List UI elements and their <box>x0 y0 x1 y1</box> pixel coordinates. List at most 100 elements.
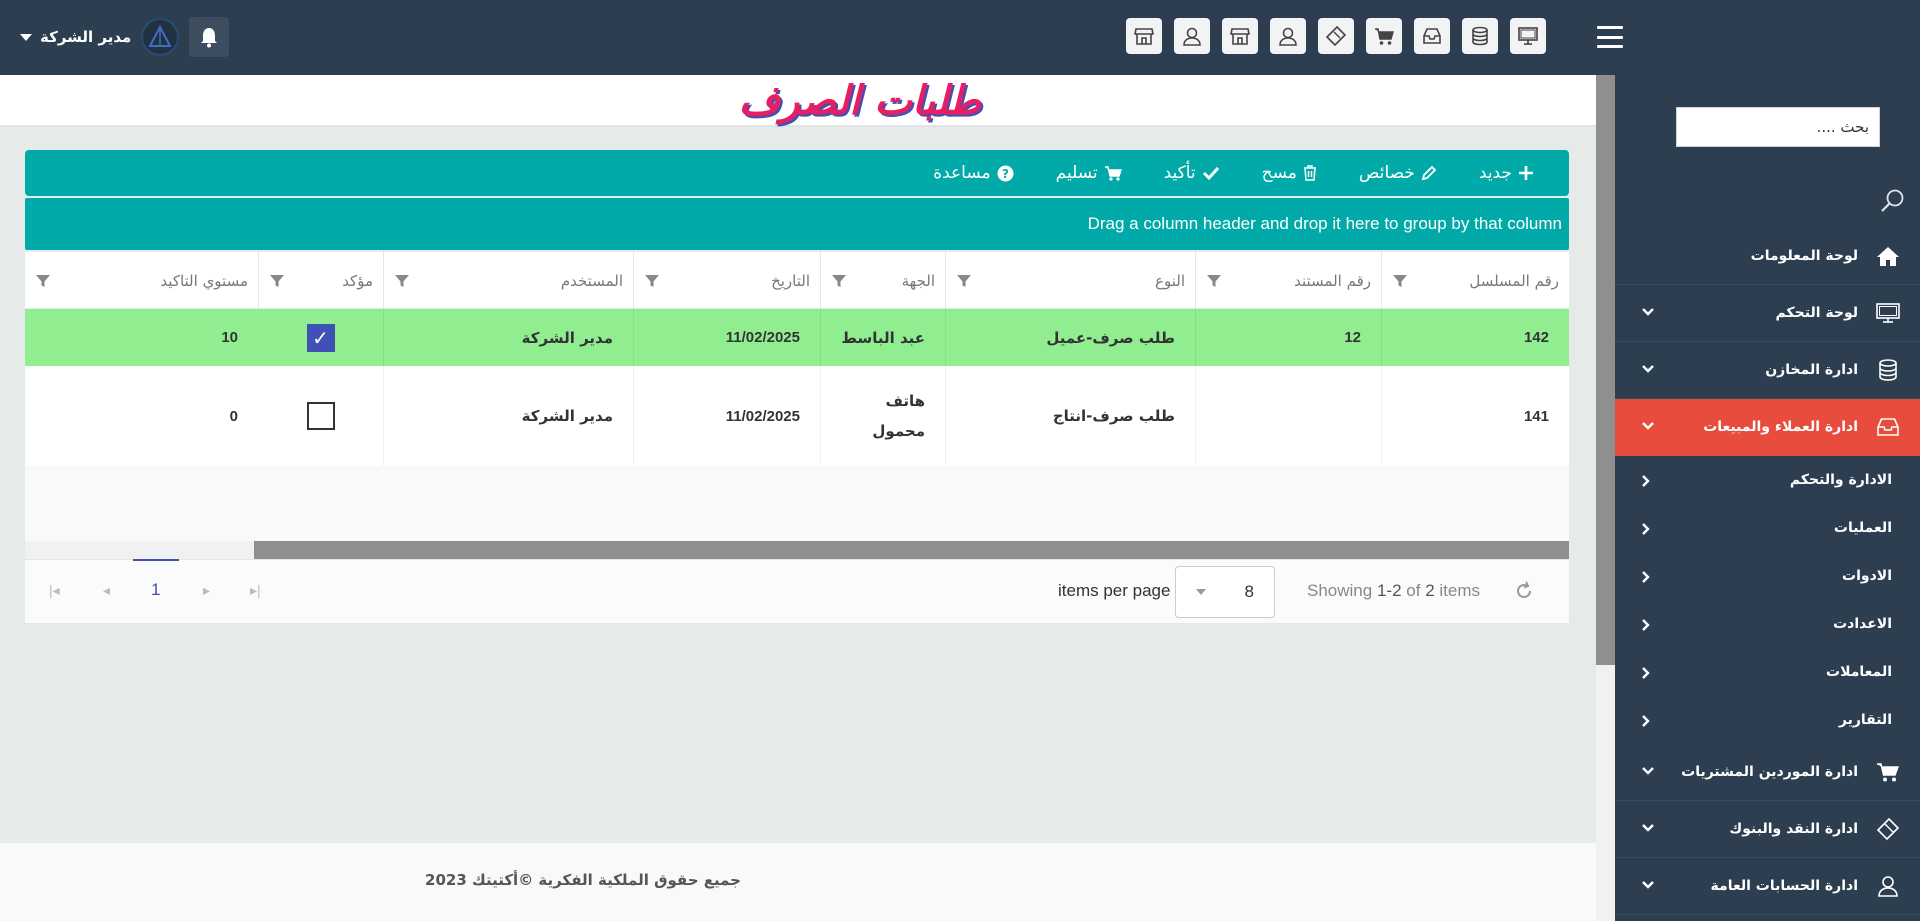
sidebar-subitem-settings[interactable]: الاعدادت <box>1615 600 1920 648</box>
sidebar-subitem-label: الاعدادت <box>1833 616 1892 632</box>
delete-button[interactable]: مسح <box>1262 163 1317 183</box>
quick-icons <box>1126 18 1546 54</box>
next-page-icon[interactable]: ▸ <box>203 582 210 599</box>
sidebar-subitem-operations[interactable]: العمليات <box>1615 504 1920 552</box>
sidebar-subitem-label: الادارة والتحكم <box>1789 472 1892 488</box>
sidebar-item-control-panel[interactable]: لوحة التحكم <box>1615 285 1920 342</box>
avatar[interactable] <box>141 18 180 56</box>
sidebar-search-input[interactable]: بحث .... <box>1676 107 1880 147</box>
filter-icon[interactable] <box>35 273 51 289</box>
cell-date: 11/02/2025 <box>633 309 820 366</box>
items-per-page-select[interactable]: 8 <box>1175 566 1275 618</box>
grid-header: رقم المسلسل رقم المستند النوع الجهة التا… <box>25 252 1569 309</box>
home-icon <box>1877 247 1899 266</box>
chevron-down-icon <box>1642 308 1654 316</box>
sidebar-item-warehouses[interactable]: ادارة المخازن <box>1615 342 1920 399</box>
filter-icon[interactable] <box>269 273 285 289</box>
sidebar-item-suppliers-purchases[interactable]: ادارة الموردين المشتريات <box>1615 744 1920 801</box>
column-doc-no[interactable]: رقم المستند <box>1195 252 1381 309</box>
help-button[interactable]: ? مساعدة <box>933 163 1014 183</box>
column-confirmed[interactable]: مؤكد <box>258 252 383 309</box>
chevron-down-icon <box>1642 365 1654 373</box>
sidebar-item-dashboard[interactable]: لوحة المعلومات <box>1615 228 1920 285</box>
sidebar-item-label: ادارة الحسابات العامة <box>1710 878 1858 894</box>
quick-user-button[interactable] <box>1174 18 1210 54</box>
column-party-label: الجهة <box>901 271 935 290</box>
sidebar-item-customers-sales[interactable]: ادارة العملاء والمبيعات <box>1615 399 1920 456</box>
quick-inbox-button[interactable] <box>1414 18 1450 54</box>
confirmed-checkbox[interactable]: ✓ <box>306 323 335 352</box>
filter-icon[interactable] <box>831 273 847 289</box>
first-page-icon[interactable]: |◂ <box>49 582 60 599</box>
column-serial[interactable]: رقم المسلسل <box>1381 252 1569 309</box>
sidebar-item-general-accounts[interactable]: ادارة الحسابات العامة <box>1615 858 1920 915</box>
filter-icon[interactable] <box>394 273 410 289</box>
sidebar-subitem-label: الادوات <box>1842 568 1892 584</box>
quick-store-button[interactable] <box>1126 18 1162 54</box>
last-page-icon[interactable]: ▸| <box>250 582 261 599</box>
prev-page-icon[interactable]: ◂ <box>103 582 110 599</box>
quick-database-button[interactable] <box>1462 18 1498 54</box>
group-hint-text: Drag a column header and drop it here to… <box>1087 214 1562 233</box>
vertical-scroll-thumb[interactable] <box>1596 75 1615 665</box>
sidebar-subitem-reports[interactable]: التقارير <box>1615 696 1920 744</box>
properties-button[interactable]: خصائص <box>1359 163 1437 183</box>
filter-icon[interactable] <box>644 273 660 289</box>
table-row[interactable]: 142 12 طلب صرف-عميل عبد الباسط 11/02/202… <box>25 309 1569 366</box>
page-number[interactable]: 1 <box>151 580 160 600</box>
database-icon <box>1879 359 1897 381</box>
filter-icon[interactable] <box>1392 273 1408 289</box>
pager-info: Showing 1-2 of 2 items <box>1307 581 1480 601</box>
table-row[interactable]: 141 طلب صرف-انتاج هاتف محمول 11/02/2025 … <box>25 366 1569 466</box>
quick-user-button-2[interactable] <box>1270 18 1306 54</box>
cell-type: طلب صرف-عميل <box>945 309 1195 366</box>
column-date-label: التاريخ <box>771 271 810 290</box>
user-menu[interactable]: مدير الشركة <box>20 28 131 46</box>
quick-ticket-button[interactable] <box>1318 18 1354 54</box>
filter-icon[interactable] <box>956 273 972 289</box>
horizontal-scroll-thumb[interactable] <box>254 541 1569 559</box>
current-page-indicator <box>133 559 179 561</box>
sidebar-subitem-management[interactable]: الادارة والتحكم <box>1615 456 1920 504</box>
sidebar-subitem-tools[interactable]: الادوات <box>1615 552 1920 600</box>
cell-confirmed: ✓ <box>258 309 383 366</box>
sidebar-subitem-transactions[interactable]: المعاملات <box>1615 648 1920 696</box>
title-bar: طلبات الصرف <box>0 75 1596 127</box>
confirmed-checkbox[interactable] <box>306 402 335 430</box>
deliver-button[interactable]: تسليم <box>1056 163 1122 183</box>
menu-toggle-button[interactable] <box>1597 26 1623 48</box>
hamburger-line <box>1597 35 1623 39</box>
ticket-icon <box>1325 25 1347 47</box>
sidebar-item-cash-banks[interactable]: ادارة النقد والبنوك <box>1615 801 1920 858</box>
refresh-icon[interactable] <box>1514 581 1534 601</box>
column-level[interactable]: مستوي التاكيد <box>25 252 258 309</box>
pager-info-suffix: items <box>1439 581 1481 600</box>
toolbar: جديد خصائص مسح تأكيد تسليم ? مساعدة <box>25 150 1569 196</box>
search-icon[interactable] <box>1880 188 1906 214</box>
column-party[interactable]: الجهة <box>820 252 945 309</box>
check-icon <box>1202 166 1219 181</box>
cell-level: 0 <box>229 407 238 425</box>
filter-icon[interactable] <box>1206 273 1222 289</box>
pager-info-prefix: Showing <box>1307 581 1373 600</box>
column-type[interactable]: النوع <box>945 252 1195 309</box>
group-drop-panel[interactable]: Drag a column header and drop it here to… <box>25 198 1569 250</box>
column-user[interactable]: المستخدم <box>383 252 633 309</box>
new-button[interactable]: جديد <box>1479 163 1534 183</box>
database-icon <box>1472 26 1488 46</box>
quick-store-button-2[interactable] <box>1222 18 1258 54</box>
properties-button-label: خصائص <box>1358 163 1415 183</box>
chevron-right-icon <box>1642 571 1650 583</box>
sidebar-subitem-label: المعاملات <box>1826 664 1892 680</box>
cell-serial: 142 <box>1381 309 1569 366</box>
cell-date: 11/02/2025 <box>633 366 820 466</box>
notifications-button[interactable] <box>189 17 230 57</box>
quick-cart-button[interactable] <box>1366 18 1402 54</box>
column-date[interactable]: التاريخ <box>633 252 820 309</box>
chevron-down-icon <box>1642 767 1654 775</box>
user-icon <box>1279 27 1297 46</box>
quick-monitor-button[interactable] <box>1510 18 1546 54</box>
cell-doc-no <box>1195 366 1381 466</box>
confirm-button[interactable]: تأكيد <box>1164 163 1220 183</box>
chevron-right-icon <box>1642 715 1650 727</box>
